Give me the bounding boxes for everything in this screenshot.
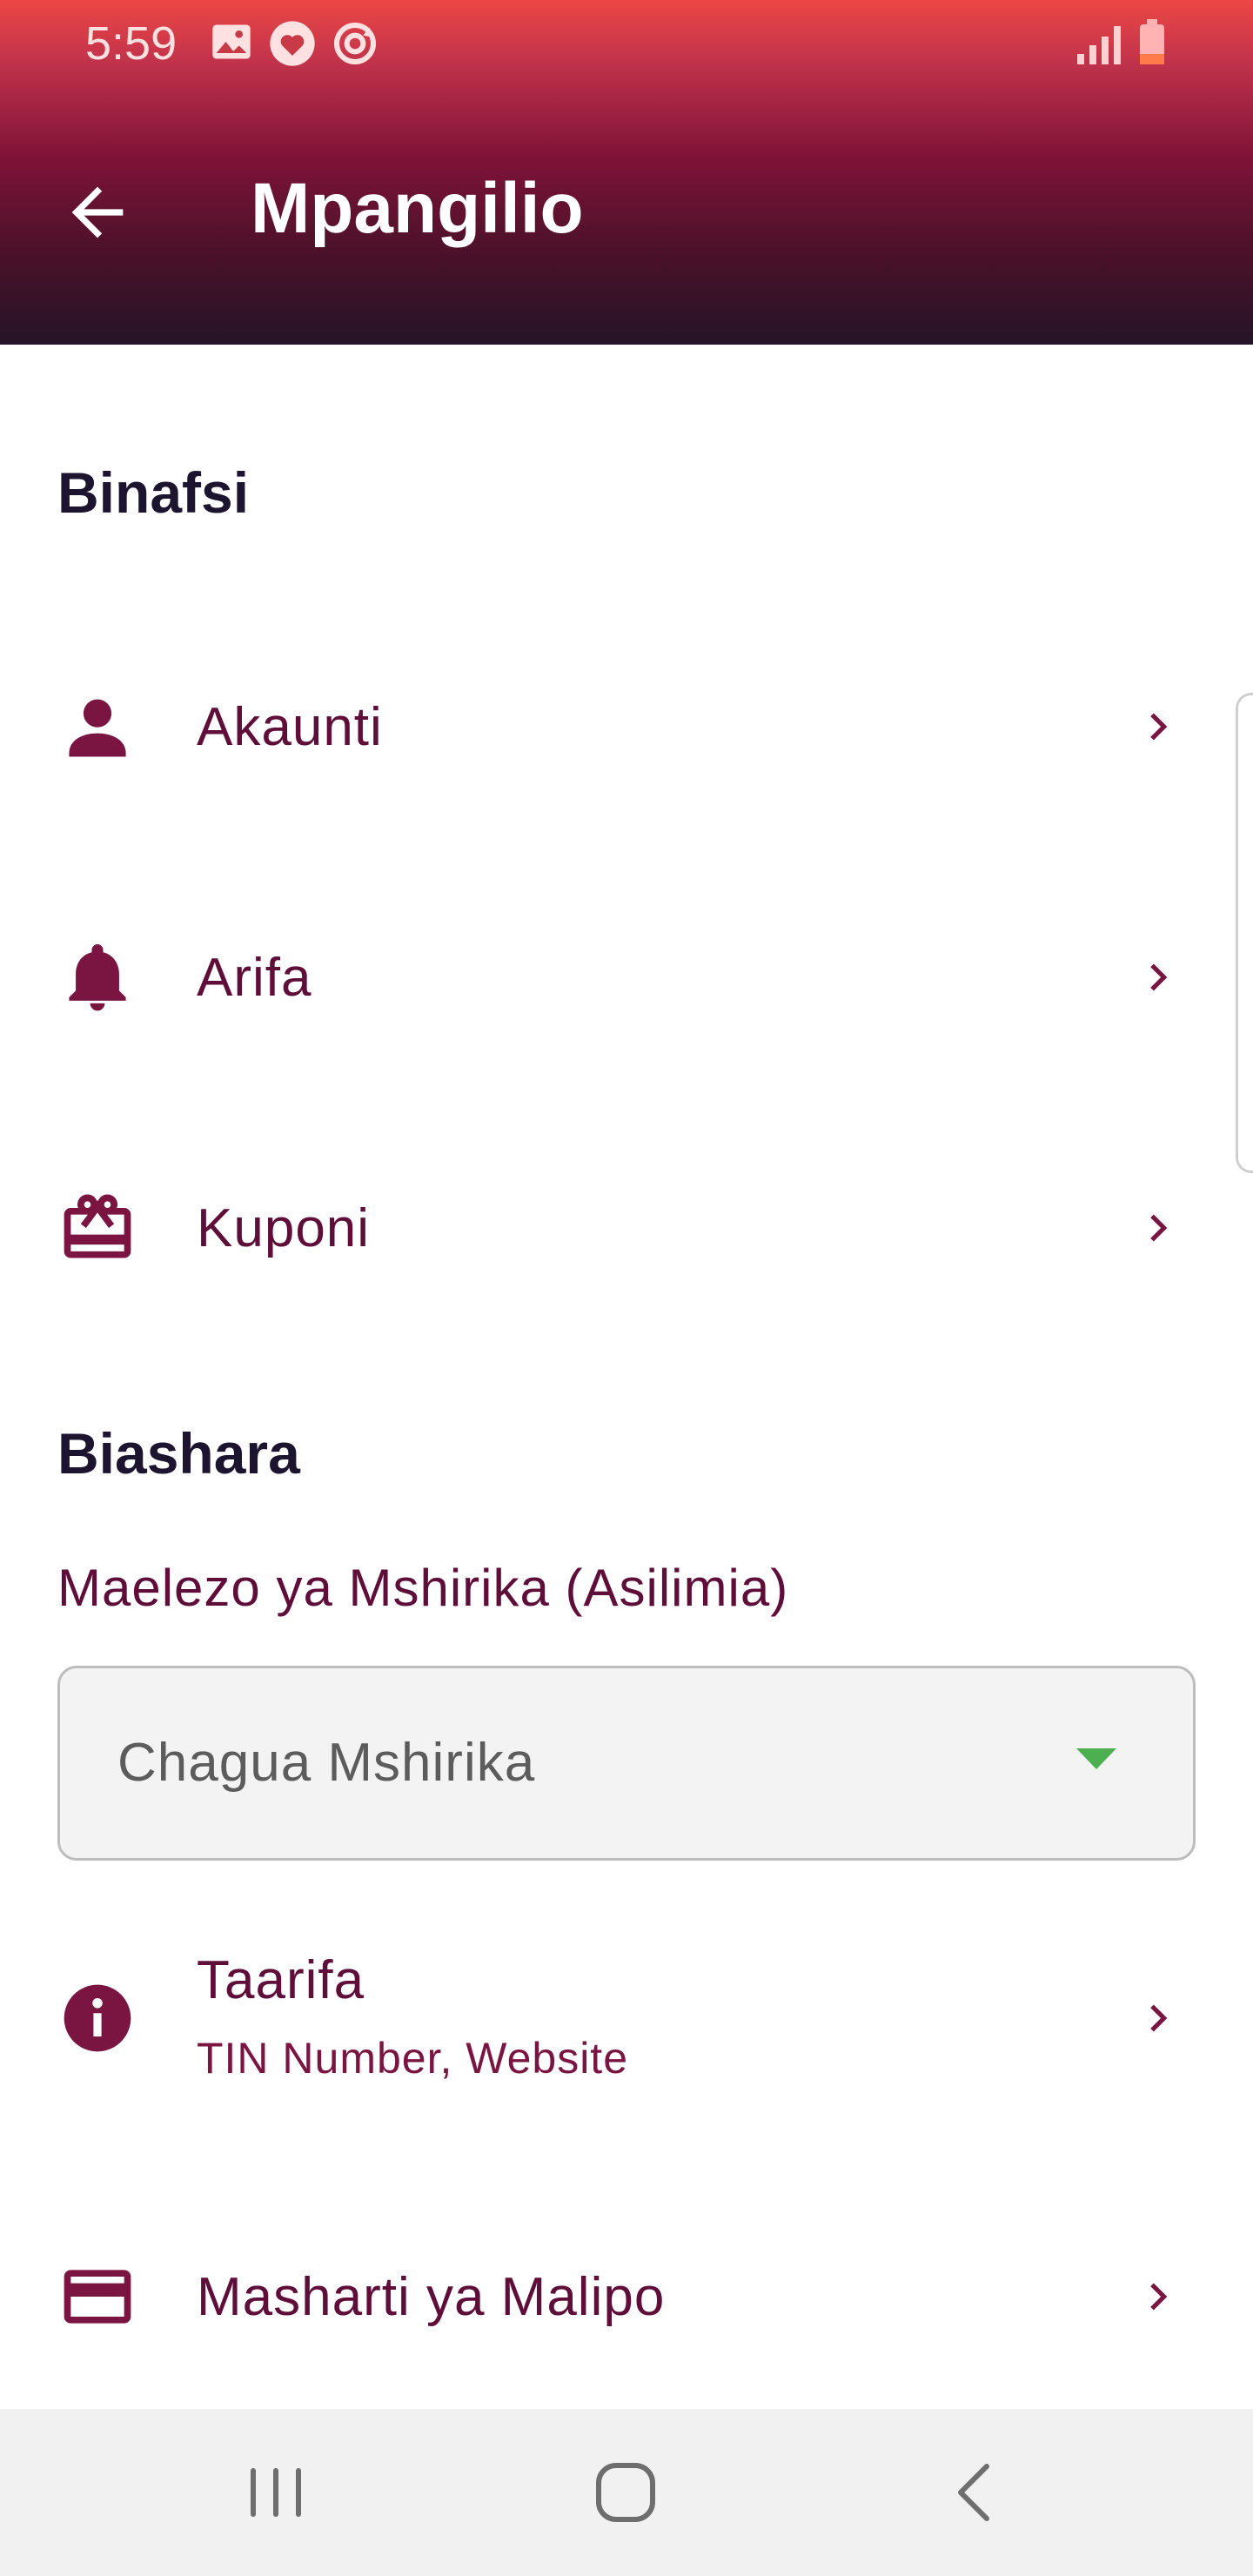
credit-card-icon (64, 2270, 131, 2324)
arrow-left-icon[interactable] (59, 174, 136, 251)
settings-item-account[interactable]: Akaunti (0, 670, 1253, 783)
caret-down-icon (1076, 1748, 1116, 1769)
settings-item-notifications[interactable]: Arifa (0, 921, 1253, 1034)
partner-info-label: Maelezo ya Mshirika (Asilimia) (57, 1559, 789, 1617)
settings-item-subtitle: TIN Number, Website (197, 2034, 629, 2083)
side-panel-handle[interactable] (1236, 693, 1253, 1173)
sync-icon (333, 22, 377, 65)
settings-item-coupons[interactable]: Kuponi (0, 1171, 1253, 1285)
info-icon (64, 1984, 131, 2052)
recent-apps-icon[interactable] (228, 2451, 324, 2534)
status-time: 5:59 (85, 17, 178, 70)
settings-item-label: Akaunti (197, 697, 383, 757)
partner-select[interactable]: Chagua Mshirika (57, 1666, 1196, 1861)
gift-card-icon (64, 1194, 131, 1258)
battery-icon (1140, 19, 1164, 64)
settings-item-label: Masharti ya Malipo (197, 2267, 666, 2327)
settings-item-label: Arifa (197, 948, 312, 1008)
system-status (1077, 19, 1173, 68)
chevron-right-icon (1150, 2004, 1168, 2032)
app-bar: 5:59 Mpangilio (0, 0, 1253, 345)
bell-icon (69, 944, 126, 1011)
heart-badge-icon (270, 21, 315, 66)
person-icon (69, 699, 126, 757)
settings-item-label: Kuponi (197, 1198, 371, 1258)
gallery-icon (212, 24, 251, 59)
chevron-right-icon (1150, 2283, 1168, 2311)
chevron-right-icon (1150, 1214, 1168, 1242)
settings-item-business-info[interactable]: Taarifa TIN Number, Website (0, 1932, 1253, 2106)
partner-select-value: Chagua Mshirika (117, 1733, 536, 1793)
signal-icon (1077, 26, 1121, 64)
settings-item-label: Taarifa (197, 1950, 365, 2010)
system-nav-bar (0, 2409, 1253, 2576)
section-title-business: Biashara (57, 1421, 300, 1486)
page-title: Mpangilio (251, 169, 584, 248)
section-title-personal: Binafsi (57, 460, 250, 525)
chevron-right-icon (1150, 713, 1168, 741)
back-icon[interactable] (928, 2451, 1023, 2534)
settings-item-payment-terms[interactable]: Masharti ya Malipo (0, 2240, 1253, 2353)
home-icon[interactable] (578, 2451, 673, 2534)
chevron-right-icon (1150, 963, 1168, 991)
